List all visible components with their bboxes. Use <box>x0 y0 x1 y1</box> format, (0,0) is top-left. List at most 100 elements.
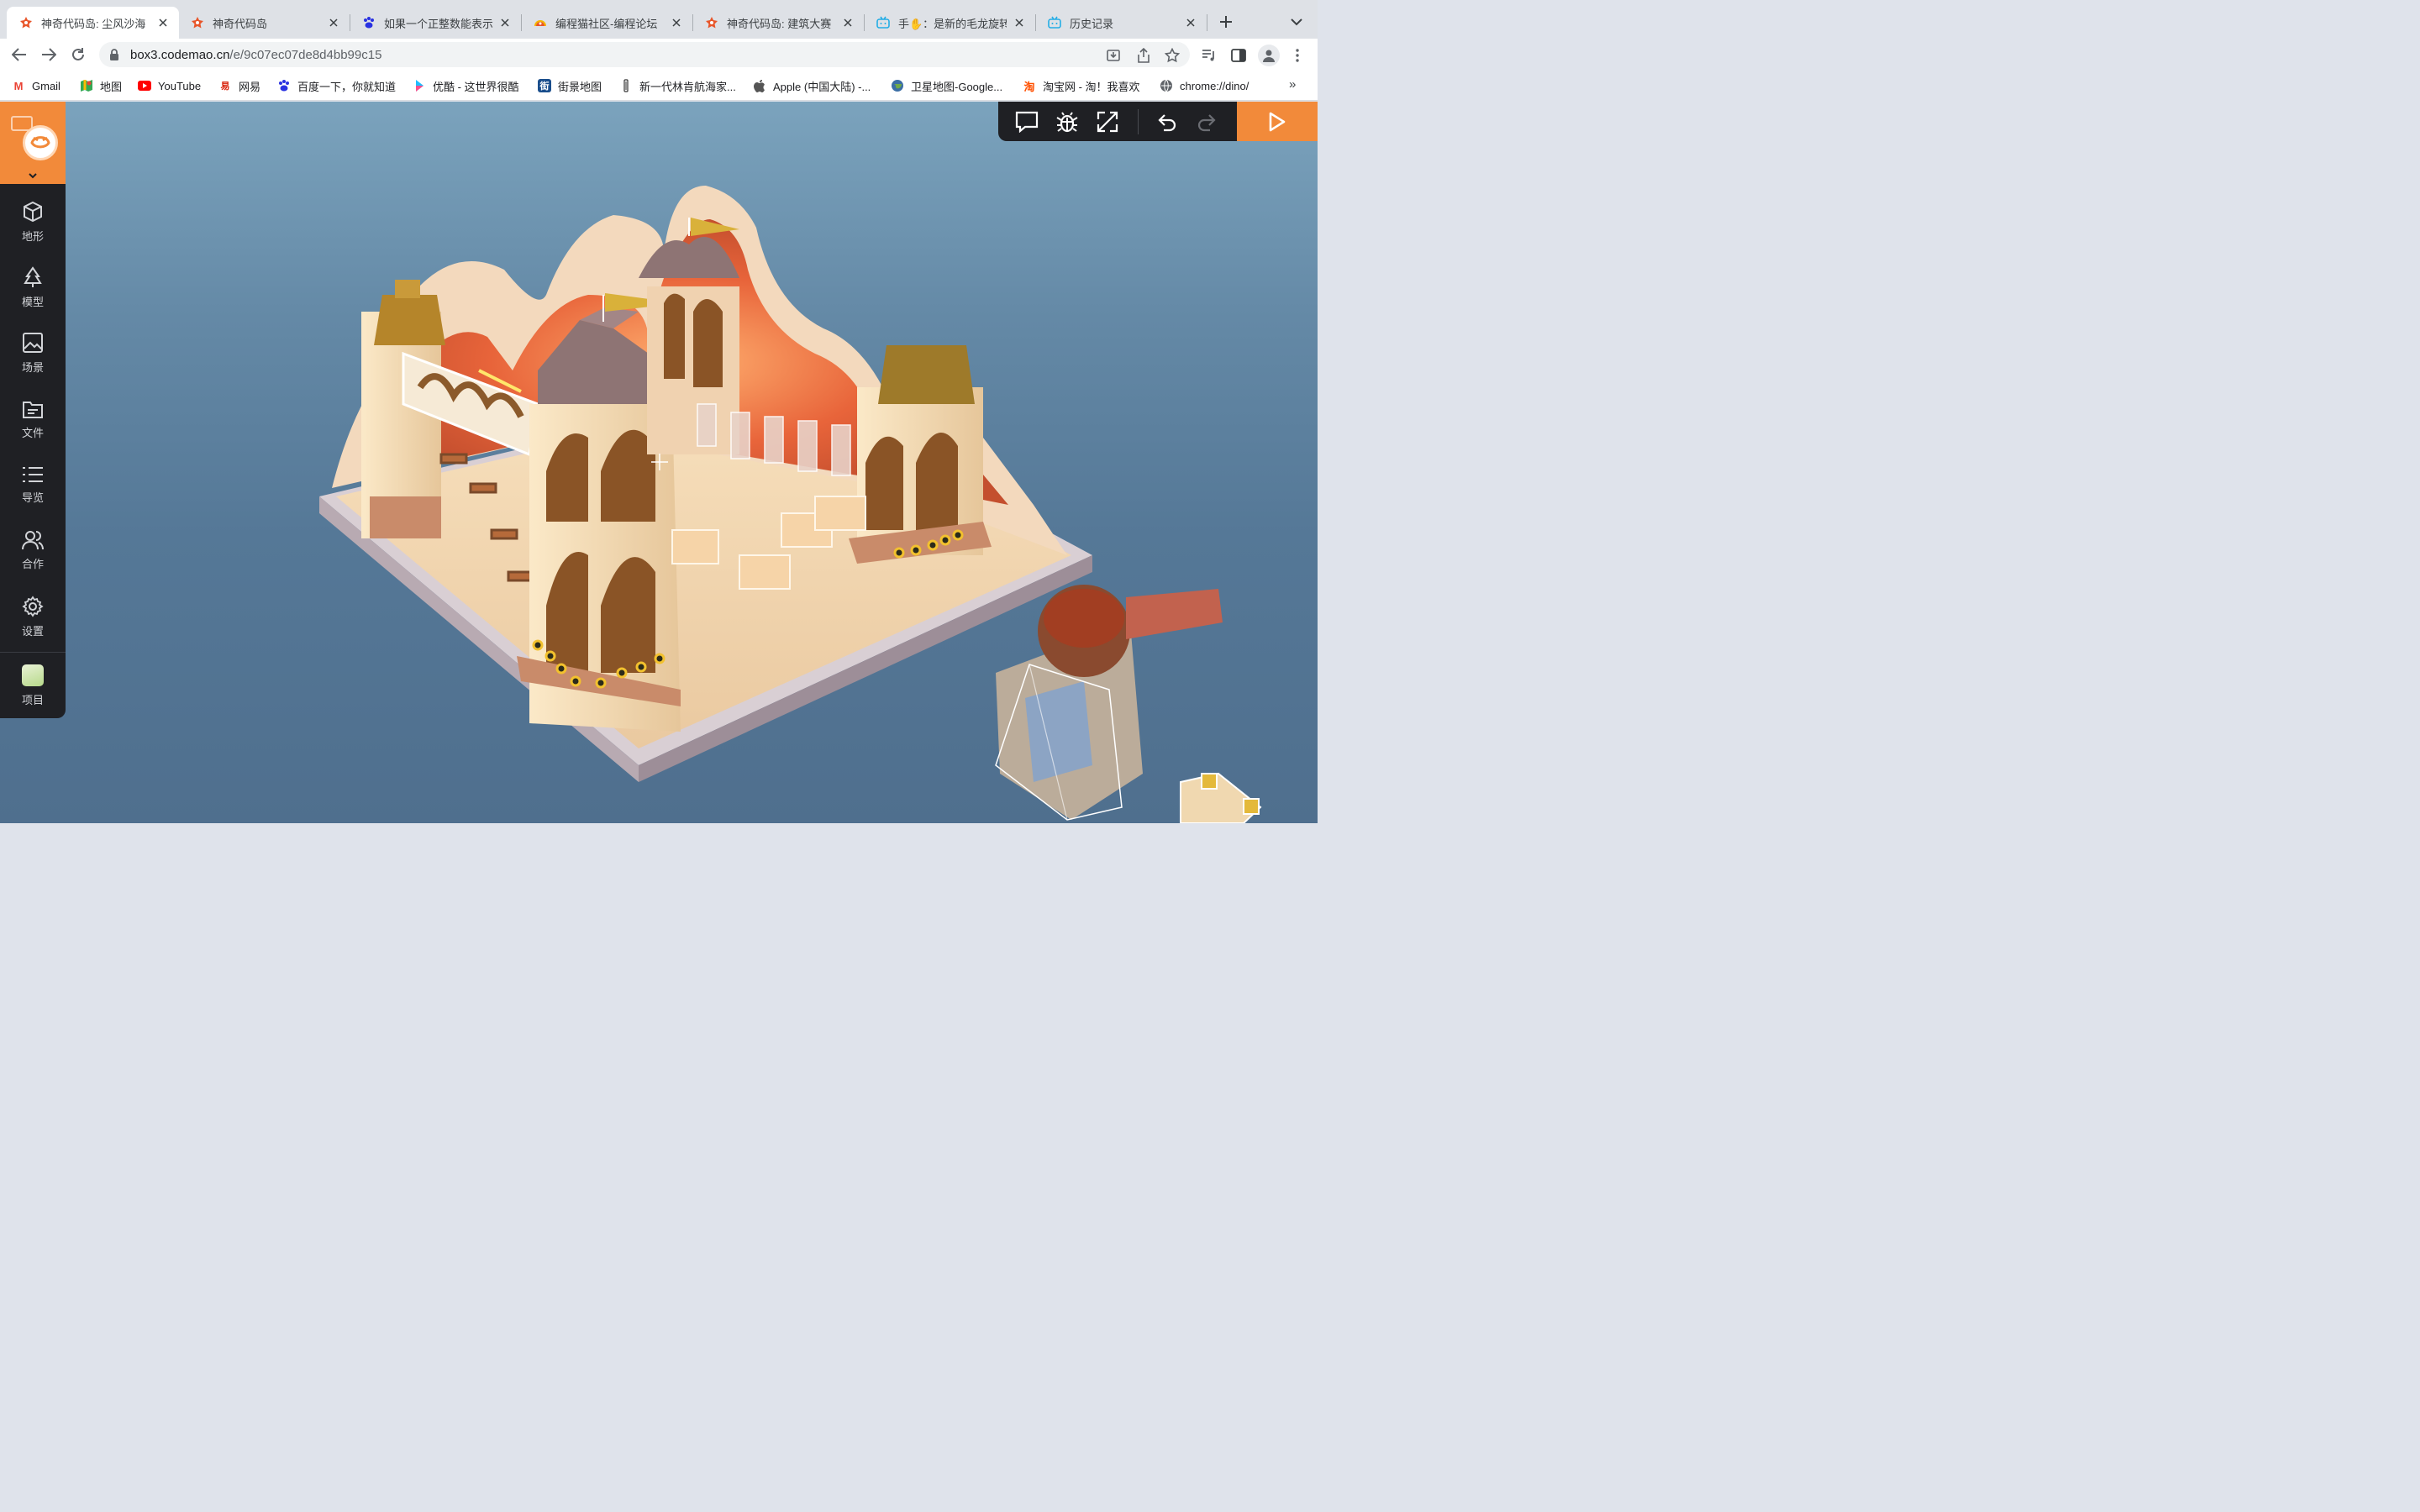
close-icon[interactable] <box>669 15 684 30</box>
more-bookmarks-icon[interactable]: » <box>1289 77 1296 92</box>
maps-icon <box>80 79 93 92</box>
tab-search-chevron-icon[interactable] <box>1287 13 1306 31</box>
sidebar-item-label: 合作 <box>21 557 44 570</box>
bookmark-gmail[interactable]: M Gmail <box>12 78 60 93</box>
codemao-icon <box>190 16 204 30</box>
play-icon <box>1269 112 1286 131</box>
bookmark-apple[interactable]: Apple (中国大陆) -... <box>753 78 871 93</box>
tab-6[interactable]: 历史记录 <box>1035 7 1207 39</box>
baidu-icon <box>277 79 291 92</box>
comment-icon <box>1015 111 1039 133</box>
close-icon[interactable] <box>1183 15 1198 30</box>
bookmark-label: 网易 <box>239 80 261 93</box>
codemao-community-icon <box>533 16 547 30</box>
install-icon[interactable] <box>1105 47 1122 64</box>
bookmark-netease[interactable]: 易网易 <box>218 78 261 93</box>
tab-4[interactable]: 神奇代码岛: 建筑大赛 <box>692 7 864 39</box>
chevron-down-icon[interactable] <box>0 165 66 184</box>
tab-title: 如果一个正整数能表示 <box>384 17 492 30</box>
bookmark-dino[interactable]: chrome://dino/ <box>1160 78 1249 93</box>
sidebar-item-collab[interactable]: 合作 <box>0 521 66 580</box>
youku-icon <box>413 79 426 92</box>
bookmark-label: chrome://dino/ <box>1180 79 1249 92</box>
tab-5[interactable]: 手✋：是新的毛龙旋转 <box>864 7 1035 39</box>
chrome-globe-icon <box>1160 79 1173 92</box>
users-icon <box>22 530 44 549</box>
close-icon[interactable] <box>497 15 513 30</box>
sidebar-header <box>0 102 66 184</box>
netease-icon: 易 <box>220 81 230 92</box>
bookmark-label: 新一代林肯航海家... <box>639 80 736 93</box>
bookmark-street-map[interactable]: 街街景地图 <box>538 78 602 93</box>
new-tab-button[interactable] <box>1215 11 1237 33</box>
bookmark-label: 淘宝网 - 淘！我喜欢 <box>1043 80 1140 93</box>
comment-button[interactable] <box>1013 108 1040 135</box>
star-icon[interactable] <box>1164 47 1181 64</box>
sidebar-item-label: 场景 <box>21 360 44 374</box>
sidebar-item-scene[interactable]: 场景 <box>0 323 66 382</box>
sidebar-item-model[interactable]: 模型 <box>0 258 66 317</box>
bookmark-taobao[interactable]: 淘淘宝网 - 淘！我喜欢 <box>1023 78 1140 93</box>
debug-button[interactable] <box>1054 108 1081 135</box>
bookmark-label: Apple (中国大陆) -... <box>773 80 871 93</box>
sidebar-item-label: 文件 <box>21 426 44 439</box>
undo-button[interactable] <box>1154 108 1181 135</box>
close-icon[interactable] <box>326 15 341 30</box>
scene-viewport[interactable] <box>0 102 1318 823</box>
lock-icon[interactable] <box>109 49 119 65</box>
reload-button[interactable] <box>66 43 90 66</box>
toolbar-separator <box>1138 109 1139 134</box>
run-button[interactable] <box>1237 102 1318 141</box>
close-icon[interactable] <box>840 15 855 30</box>
back-button[interactable] <box>8 43 31 66</box>
cube-icon <box>24 201 42 222</box>
street-map-icon: 街 <box>538 79 551 92</box>
browser-menu-icon[interactable] <box>1288 46 1307 65</box>
tab-3[interactable]: 编程猫社区-编程论坛 <box>521 7 692 39</box>
sidebar-item-label: 模型 <box>21 295 44 308</box>
url-host: box3.codemao.cn <box>130 48 230 62</box>
bookmark-youtube[interactable]: YouTube <box>138 78 201 93</box>
tab-2[interactable]: 如果一个正整数能表示 <box>350 7 521 39</box>
sidebar-item-tour[interactable]: 导览 <box>0 455 66 514</box>
tab-title: 神奇代码岛: 建筑大赛 <box>727 17 832 30</box>
history-icon <box>1047 16 1061 30</box>
tab-title: 神奇代码岛: 尘风沙海 <box>41 17 146 30</box>
close-icon[interactable] <box>1012 15 1027 30</box>
bookmark-label: 卫星地图-Google... <box>911 80 1003 93</box>
sidebar-item-settings[interactable]: 设置 <box>0 587 66 646</box>
bookmark-lincoln[interactable]: 新一代林肯航海家... <box>619 78 736 93</box>
codemao-logo-icon[interactable] <box>23 125 58 160</box>
lincoln-icon <box>619 79 633 92</box>
redo-button[interactable] <box>1193 108 1220 135</box>
bookmark-label: 地图 <box>100 80 123 93</box>
bookmark-label: 街景地图 <box>558 80 602 93</box>
bookmark-baidu[interactable]: 百度一下，你就知道 <box>277 78 396 93</box>
sidebar-item-files[interactable]: 文件 <box>0 390 66 449</box>
forward-button[interactable] <box>37 43 60 66</box>
list-icon <box>23 466 43 482</box>
share-icon[interactable] <box>1135 47 1152 64</box>
profile-avatar-icon[interactable] <box>1258 45 1280 66</box>
tab-title: 手✋：是新的毛龙旋转 <box>898 17 1007 30</box>
side-panel-icon[interactable] <box>1229 46 1248 65</box>
url-text[interactable]: box3.codemao.cn/e/9c07ec07de8d4bb99c15 <box>130 48 381 62</box>
bilibili-icon <box>876 16 890 30</box>
bookmark-youku[interactable]: 优酷 - 这世界很酷 <box>413 78 519 93</box>
sidebar-item-terrain[interactable]: 地形 <box>0 192 66 251</box>
fullscreen-button[interactable] <box>1094 108 1121 135</box>
tab-0[interactable]: 神奇代码岛: 尘风沙海 <box>7 7 179 39</box>
corner-railing <box>1180 772 1262 823</box>
close-icon[interactable] <box>155 15 171 30</box>
sidebar-item-project[interactable]: 项目 <box>0 658 66 713</box>
media-control-icon[interactable] <box>1200 46 1218 65</box>
bookmark-maps[interactable]: 地图 <box>80 78 122 93</box>
tab-title: 历史记录 <box>1070 17 1114 30</box>
editor-topbar <box>998 102 1238 141</box>
bookmark-satellite[interactable]: 卫星地图-Google... <box>891 78 1002 93</box>
codemao-icon <box>704 16 718 30</box>
tab-1[interactable]: 神奇代码岛 <box>178 7 350 39</box>
bookmark-label: 百度一下，你就知道 <box>297 80 397 93</box>
sidebar-item-label: 项目 <box>21 693 44 706</box>
address-bar[interactable]: box3.codemao.cn/e/9c07ec07de8d4bb99c15 <box>99 42 1190 67</box>
